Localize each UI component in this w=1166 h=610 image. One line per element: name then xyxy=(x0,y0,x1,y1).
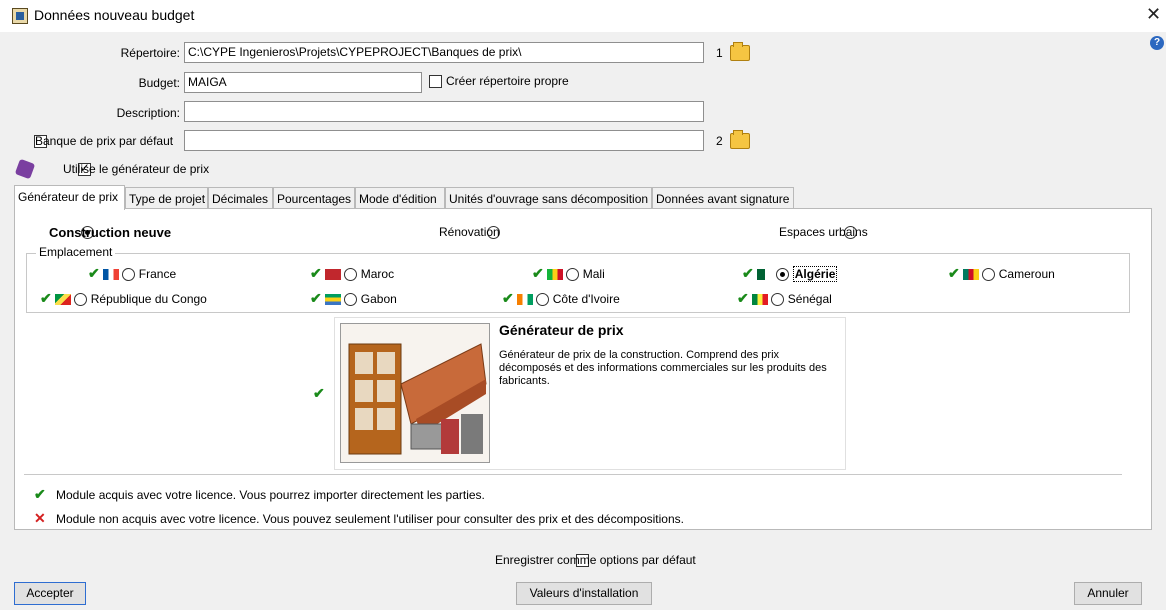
renovation-label: Rénovation xyxy=(439,225,500,239)
country-radio[interactable] xyxy=(74,293,88,307)
check-icon: ✔ xyxy=(313,385,325,401)
country-algerie[interactable]: ✔ Algérie xyxy=(742,265,838,282)
tab-type-projet[interactable]: Type de projet xyxy=(125,187,208,209)
repertoire-label: Répertoire: xyxy=(120,46,180,60)
country-radio[interactable] xyxy=(344,268,358,282)
country-radio[interactable] xyxy=(566,268,580,282)
country-label: France xyxy=(138,267,177,281)
check-icon: ✔ xyxy=(88,265,100,281)
budget-label: Budget: xyxy=(138,76,180,90)
banque-index: 2 xyxy=(716,134,723,148)
flag-maroc-icon xyxy=(325,269,342,281)
product-image xyxy=(340,323,490,463)
budget-field[interactable]: MAIGA xyxy=(184,72,422,93)
banque-defaut-label: Banque de prix par défaut xyxy=(35,134,174,148)
country-cameroun[interactable]: ✔ Cameroun xyxy=(948,265,1055,282)
country-gabon[interactable]: ✔ Gabon xyxy=(310,290,397,307)
tab-mode-edition[interactable]: Mode d'édition xyxy=(355,187,445,209)
cancel-button[interactable]: Annuler xyxy=(1074,582,1142,605)
legend-acquired: Module acquis avec votre licence. Vous p… xyxy=(56,488,485,502)
check-icon: ✔ xyxy=(310,265,322,281)
app-icon xyxy=(12,8,28,24)
country-radio[interactable] xyxy=(982,268,996,282)
repertoire-index: 1 xyxy=(716,46,723,60)
espaces-urbains-label: Espaces urbains xyxy=(779,225,868,239)
check-icon: ✔ xyxy=(34,486,46,502)
accept-button[interactable]: Accepter xyxy=(14,582,86,605)
construction-neuve-label: Construction neuve xyxy=(49,225,172,240)
flag-algerie-icon xyxy=(757,269,774,281)
check-icon: ✔ xyxy=(742,265,754,281)
country-mali[interactable]: ✔ Mali xyxy=(532,265,605,282)
check-icon: ✔ xyxy=(502,290,514,306)
banque-field[interactable] xyxy=(184,130,704,151)
check-icon: ✔ xyxy=(310,290,322,306)
folder-open-icon[interactable] xyxy=(730,130,750,149)
country-radio[interactable] xyxy=(776,268,790,282)
country-label: Cameroun xyxy=(998,267,1055,281)
book-icon xyxy=(14,158,36,180)
country-label: Mali xyxy=(582,267,605,281)
country-cote-ivoire[interactable]: ✔ Côte d'Ivoire xyxy=(502,290,620,307)
legend-not-acquired: Module non acquis avec votre licence. Vo… xyxy=(56,512,684,526)
country-france[interactable]: ✔ France xyxy=(88,265,176,282)
tab-unites-ouvrage[interactable]: Unités d'ouvrage sans décomposition xyxy=(445,187,652,209)
flag-cote-ivoire-icon xyxy=(517,294,534,306)
close-icon[interactable]: ✕ xyxy=(1146,4,1161,25)
check-icon: ✔ xyxy=(40,290,52,306)
install-values-button[interactable]: Valeurs d'installation xyxy=(516,582,652,605)
country-label: Sénégal xyxy=(787,292,832,306)
country-radio[interactable] xyxy=(771,293,785,307)
description-field[interactable] xyxy=(184,101,704,122)
tab-generateur[interactable]: Générateur de prix xyxy=(14,185,125,210)
help-icon[interactable]: ? xyxy=(1150,36,1164,50)
check-icon: ✔ xyxy=(737,290,749,306)
module-description: Générateur de prix de la construction. C… xyxy=(499,349,827,387)
utilise-generateur-label: Utilise le générateur de prix xyxy=(63,162,210,176)
country-label: Côte d'Ivoire xyxy=(552,292,620,306)
tab-bar: Générateur de prix Type de projet Décima… xyxy=(14,185,814,210)
country-radio[interactable] xyxy=(536,293,550,307)
country-senegal[interactable]: ✔ Sénégal xyxy=(737,290,832,307)
flag-senegal-icon xyxy=(752,294,769,306)
flag-cameroun-icon xyxy=(963,269,980,281)
flag-mali-icon xyxy=(547,269,564,281)
country-radio[interactable] xyxy=(344,293,358,307)
country-radio[interactable] xyxy=(122,268,136,282)
country-label: Algérie xyxy=(792,266,838,282)
window-title: Données nouveau budget xyxy=(34,7,195,23)
flag-france-icon xyxy=(103,269,120,281)
country-label: Gabon xyxy=(360,292,397,306)
tab-decimales[interactable]: Décimales xyxy=(208,187,273,209)
country-maroc[interactable]: ✔ Maroc xyxy=(310,265,394,282)
country-congo[interactable]: ✔ République du Congo xyxy=(40,290,207,307)
creer-repertoire-checkbox[interactable] xyxy=(429,75,442,89)
flag-congo-icon xyxy=(55,294,72,306)
country-label: Maroc xyxy=(360,267,395,281)
folder-open-icon[interactable] xyxy=(730,42,750,61)
country-label: République du Congo xyxy=(90,292,207,306)
creer-repertoire-label: Créer répertoire propre xyxy=(446,74,569,88)
repertoire-field[interactable]: C:\CYPE Ingenieros\Projets\CYPEPROJECT\B… xyxy=(184,42,704,63)
separator xyxy=(24,474,1122,475)
description-label: Description: xyxy=(116,106,180,120)
flag-gabon-icon xyxy=(325,294,342,306)
check-icon: ✔ xyxy=(948,265,960,281)
emplacement-label: Emplacement xyxy=(36,245,116,259)
save-default-label: Enregistrer comme options par défaut xyxy=(495,553,696,567)
module-title: Générateur de prix xyxy=(499,322,624,338)
tab-pourcentages[interactable]: Pourcentages xyxy=(273,187,355,209)
cross-icon: ✕ xyxy=(34,510,46,526)
check-icon: ✔ xyxy=(532,265,544,281)
tab-donnees-signature[interactable]: Données avant signature xyxy=(652,187,794,209)
